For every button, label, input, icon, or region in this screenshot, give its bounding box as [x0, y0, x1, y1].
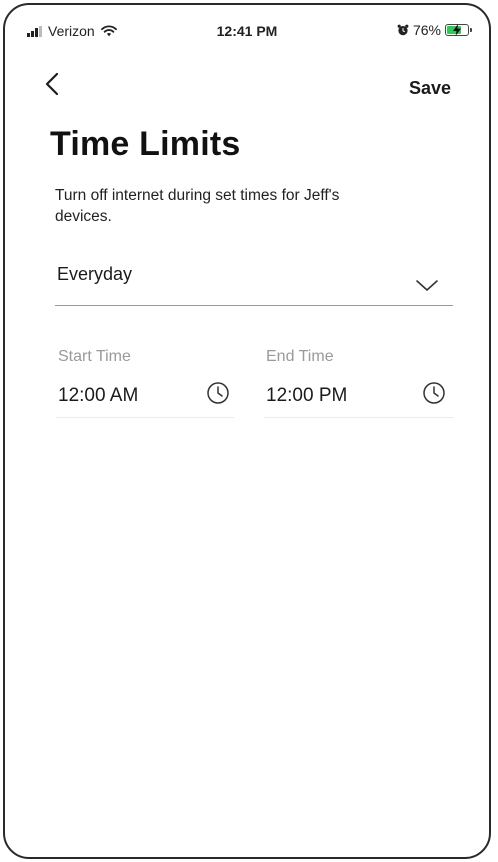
- battery-percent: 76%: [412, 22, 441, 38]
- battery-icon: [445, 24, 472, 36]
- battery-tip: [470, 28, 472, 32]
- status-bar: Verizon 12:41 PM 76%: [5, 5, 489, 53]
- charging-bolt-icon: [453, 24, 461, 36]
- clock-icon[interactable]: [422, 381, 446, 405]
- status-bar-right: 76%: [397, 22, 472, 38]
- page-title: Time Limits: [50, 125, 241, 163]
- start-time-label: Start Time: [58, 348, 131, 365]
- phone-frame: Verizon 12:41 PM 76% Save Time Limits Tu…: [3, 3, 491, 859]
- save-button[interactable]: Save: [409, 78, 451, 99]
- chevron-left-icon: [45, 72, 59, 96]
- chevron-down-icon: [416, 280, 438, 291]
- page-description: Turn off internet during set times for J…: [55, 187, 340, 225]
- end-time-value: 12:00 PM: [266, 385, 348, 406]
- end-time-field[interactable]: End Time 12:00 PM: [264, 345, 454, 418]
- clock-icon[interactable]: [206, 381, 230, 405]
- alarm-icon: [397, 24, 409, 36]
- start-time-field[interactable]: Start Time 12:00 AM: [56, 345, 234, 418]
- back-button[interactable]: [41, 71, 65, 97]
- schedule-selected-value: Everyday: [57, 264, 133, 284]
- start-time-value: 12:00 AM: [58, 385, 139, 406]
- schedule-dropdown[interactable]: Everyday: [55, 257, 453, 306]
- end-time-label: End Time: [266, 348, 334, 365]
